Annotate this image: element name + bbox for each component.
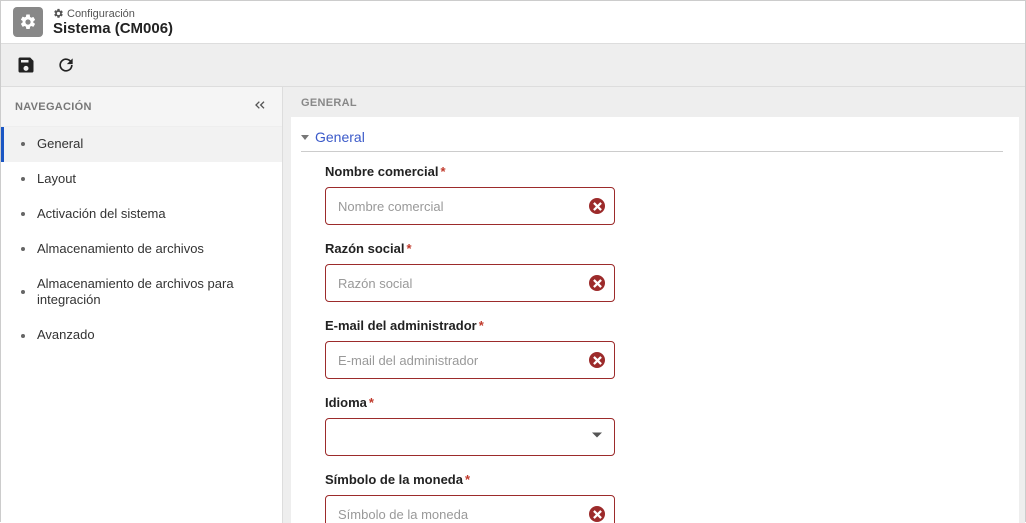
sidebar-header: NAVEGACIÓN bbox=[1, 87, 282, 127]
required-marker: * bbox=[479, 318, 484, 333]
nav-item-avanzado[interactable]: Avanzado bbox=[1, 318, 282, 353]
collapse-sidebar-button[interactable] bbox=[252, 97, 268, 116]
field-label: Símbolo de la moneda* bbox=[325, 472, 615, 487]
simbolo-moneda-input[interactable] bbox=[325, 495, 615, 523]
nav-item-label: Activación del sistema bbox=[37, 206, 166, 223]
nav-item-label: General bbox=[37, 136, 83, 153]
label-text: Símbolo de la moneda bbox=[325, 472, 463, 487]
bullet-icon bbox=[21, 212, 25, 216]
page-title: Sistema (CM006) bbox=[53, 20, 173, 37]
chevrons-left-icon bbox=[252, 97, 268, 113]
nav-item-almacenamiento[interactable]: Almacenamiento de archivos bbox=[1, 232, 282, 267]
field-nombre-comercial: Nombre comercial* bbox=[325, 164, 615, 225]
nav-item-label: Layout bbox=[37, 171, 76, 188]
section-toggle[interactable]: General bbox=[301, 125, 1003, 152]
bullet-icon bbox=[21, 334, 25, 338]
refresh-button[interactable] bbox=[55, 54, 77, 76]
nav-item-general[interactable]: General bbox=[1, 127, 282, 162]
nav-item-activacion[interactable]: Activación del sistema bbox=[1, 197, 282, 232]
page-header: Configuración Sistema (CM006) bbox=[1, 1, 1025, 44]
label-text: Idioma bbox=[325, 395, 367, 410]
field-label: Idioma* bbox=[325, 395, 615, 410]
module-icon bbox=[13, 7, 43, 37]
required-marker: * bbox=[369, 395, 374, 410]
field-simbolo-moneda: Símbolo de la moneda* bbox=[325, 472, 615, 523]
bullet-icon bbox=[21, 177, 25, 181]
main: GENERAL General Nombre comercial* Razón … bbox=[283, 87, 1025, 523]
field-label: Nombre comercial* bbox=[325, 164, 615, 179]
nombre-comercial-input[interactable] bbox=[325, 187, 615, 225]
label-text: E-mail del administrador bbox=[325, 318, 477, 333]
form-panel: General Nombre comercial* Razón social* bbox=[291, 117, 1019, 523]
required-marker: * bbox=[465, 472, 470, 487]
required-marker: * bbox=[440, 164, 445, 179]
idioma-select[interactable] bbox=[325, 418, 615, 456]
refresh-icon bbox=[56, 55, 76, 75]
main-heading: GENERAL bbox=[291, 87, 1019, 117]
nav-list: General Layout Activación del sistema Al… bbox=[1, 127, 282, 353]
nav-item-label: Almacenamiento de archivos para integrac… bbox=[37, 276, 268, 310]
nav-item-layout[interactable]: Layout bbox=[1, 162, 282, 197]
save-icon bbox=[16, 55, 36, 75]
section-title-label: General bbox=[315, 129, 365, 145]
toolbar bbox=[1, 44, 1025, 87]
field-label: Razón social* bbox=[325, 241, 615, 256]
label-text: Razón social bbox=[325, 241, 404, 256]
required-marker: * bbox=[406, 241, 411, 256]
razon-social-input[interactable] bbox=[325, 264, 615, 302]
sidebar: NAVEGACIÓN General Layout Activación del… bbox=[1, 87, 283, 523]
label-text: Nombre comercial bbox=[325, 164, 438, 179]
error-icon bbox=[589, 352, 605, 368]
bullet-icon bbox=[21, 142, 25, 146]
breadcrumb-label: Configuración bbox=[67, 8, 135, 20]
save-button[interactable] bbox=[15, 54, 37, 76]
field-label: E-mail del administrador* bbox=[325, 318, 615, 333]
gear-icon bbox=[53, 8, 64, 19]
breadcrumb: Configuración bbox=[53, 8, 173, 20]
field-email-admin: E-mail del administrador* bbox=[325, 318, 615, 379]
bullet-icon bbox=[21, 290, 25, 294]
email-admin-input[interactable] bbox=[325, 341, 615, 379]
field-idioma: Idioma* bbox=[325, 395, 615, 456]
error-icon bbox=[589, 506, 605, 522]
error-icon bbox=[589, 275, 605, 291]
bullet-icon bbox=[21, 247, 25, 251]
sidebar-heading: NAVEGACIÓN bbox=[15, 101, 92, 113]
field-razon-social: Razón social* bbox=[325, 241, 615, 302]
nav-item-label: Avanzado bbox=[37, 327, 95, 344]
nav-item-almacenamiento-integracion[interactable]: Almacenamiento de archivos para integrac… bbox=[1, 267, 282, 319]
caret-down-icon bbox=[301, 135, 309, 140]
nav-item-label: Almacenamiento de archivos bbox=[37, 241, 204, 258]
error-icon bbox=[589, 198, 605, 214]
